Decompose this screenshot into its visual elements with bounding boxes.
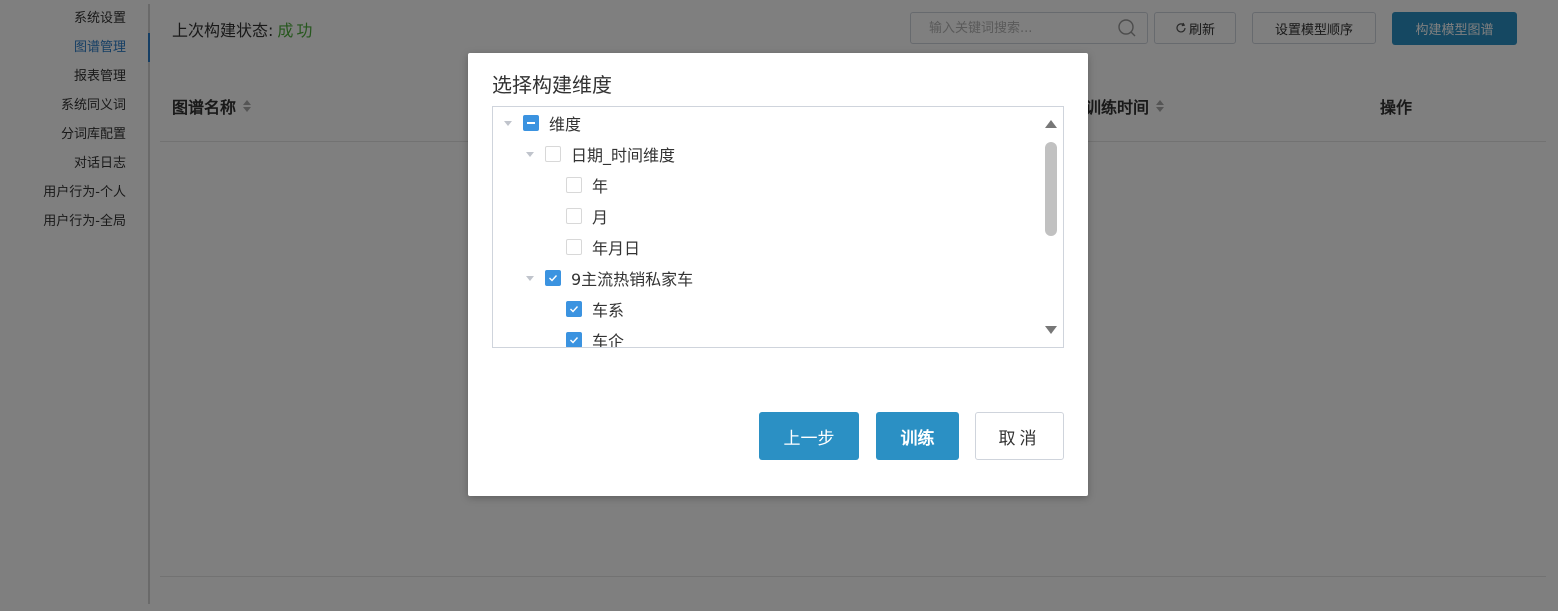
tree-node-manufacturer[interactable]: 车企 (566, 328, 624, 347)
check-icon (549, 275, 558, 282)
tree-node-label: 月 (592, 208, 609, 227)
tree-node-series[interactable]: 车系 (566, 297, 624, 321)
check-icon (570, 337, 579, 344)
tree-node-label: 车企 (592, 332, 625, 347)
tree-node-label: 车系 (592, 301, 625, 320)
tree-checkbox-checked[interactable] (545, 270, 561, 286)
train-button[interactable]: 训练 (876, 412, 959, 460)
tree-node-ymd[interactable]: 年月日 (566, 235, 640, 259)
dialog-title: 选择构建维度 (492, 73, 612, 97)
check-icon (570, 306, 579, 313)
scroll-thumb[interactable] (1045, 142, 1057, 236)
caret-down-icon[interactable] (525, 149, 535, 159)
tree-node-private-cars[interactable]: 9主流热销私家车 (525, 266, 693, 290)
caret-down-icon[interactable] (525, 273, 535, 283)
tree-node-label: 年 (592, 177, 609, 196)
tree-checkbox-partial[interactable] (523, 115, 539, 131)
tree-checkbox-checked[interactable] (566, 301, 582, 317)
tree-node-dimension[interactable]: 维度 (503, 111, 581, 135)
scroll-down-arrow-icon[interactable] (1044, 325, 1058, 335)
tree-node-date-time[interactable]: 日期_时间维度 (525, 142, 675, 166)
dimension-tree-list: 维度 日期_时间维度 年 月 年月日 9主流热销私家车 车系 车企 (493, 107, 1038, 347)
tree-checkbox[interactable] (566, 239, 582, 255)
cancel-button[interactable]: 取消 (975, 412, 1064, 460)
select-dimension-dialog: 选择构建维度 维度 日期_时间维度 年 月 年月日 9主流热销私家车 车系 车企… (468, 53, 1088, 496)
dimension-tree: 维度 日期_时间维度 年 月 年月日 9主流热销私家车 车系 车企 (492, 106, 1064, 348)
tree-node-label: 日期_时间维度 (571, 146, 676, 165)
caret-down-icon[interactable] (503, 118, 513, 128)
tree-node-month[interactable]: 月 (566, 204, 608, 228)
tree-checkbox[interactable] (545, 146, 561, 162)
scroll-up-arrow-icon[interactable] (1044, 119, 1058, 129)
tree-checkbox-checked[interactable] (566, 332, 582, 347)
tree-checkbox[interactable] (566, 177, 582, 193)
tree-node-year[interactable]: 年 (566, 173, 608, 197)
tree-node-label: 维度 (549, 115, 582, 134)
tree-node-label: 年月日 (592, 239, 641, 258)
tree-checkbox[interactable] (566, 208, 582, 224)
previous-step-button[interactable]: 上一步 (759, 412, 859, 460)
tree-node-label: 9主流热销私家车 (571, 270, 694, 289)
tree-scrollbar[interactable] (1039, 107, 1063, 347)
